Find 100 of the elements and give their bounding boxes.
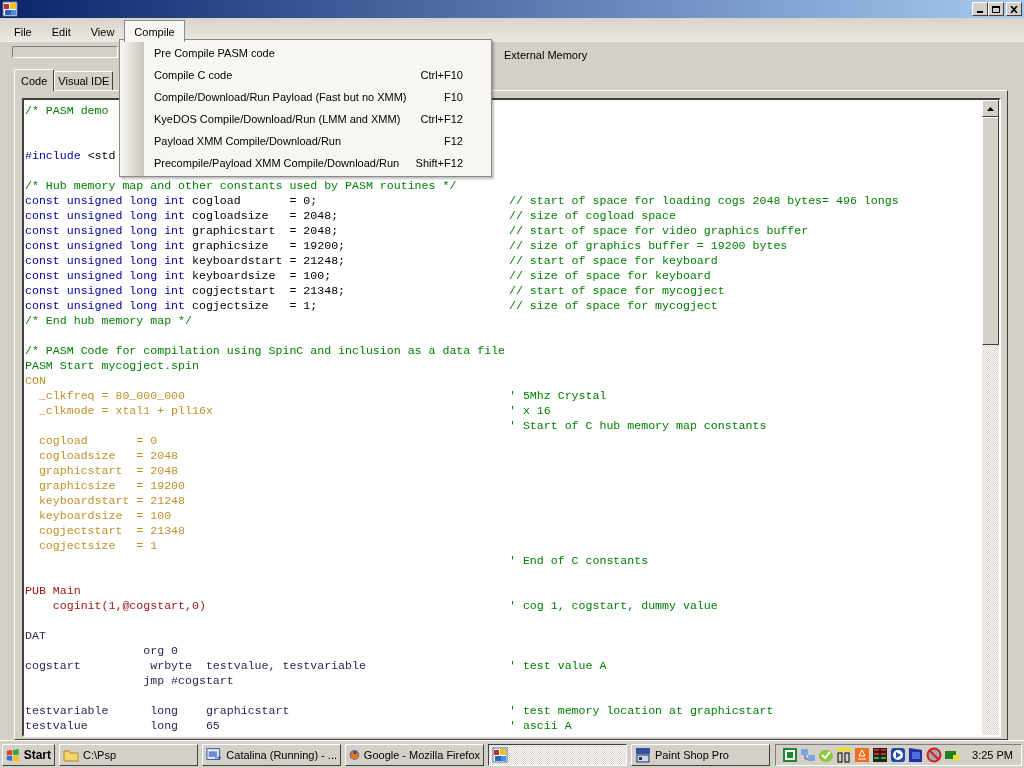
- code-comment: ' End of C constants: [509, 553, 649, 568]
- app-icon: [2, 1, 18, 17]
- code-line: graphicsize = 19200: [37, 478, 186, 493]
- code-line: /* PASM Code for compilation using SpinC and inclusion as a data file: [25, 343, 506, 358]
- code-line: cogstart wrbyte testvalue, testvariable: [25, 658, 366, 673]
- code-comment: ' Start of C hub memory map constants: [509, 418, 767, 433]
- window-icon: [206, 746, 223, 763]
- code-line: const unsigned long int cogjectsize = 1;: [25, 298, 318, 313]
- code-line: org 0: [142, 643, 179, 658]
- option-label: External Memory: [504, 49, 588, 61]
- code-line: const unsigned long int cogjectstart = 21348;: [25, 283, 346, 298]
- code-line: cogjectstart = 21348: [37, 523, 186, 538]
- shortcut-label: Ctrl+F12: [420, 113, 463, 125]
- code-line: _clkfreq = 80_000_000: [37, 388, 186, 403]
- code-line: coginit(1,@cogstart,0): [51, 598, 206, 613]
- code-line: /* PASM demo: [25, 103, 109, 118]
- code-comment: ' test value A: [509, 658, 607, 673]
- code-line: jmp #cogstart: [142, 673, 234, 688]
- clock: 3:25 PM: [972, 748, 1013, 761]
- tab[interactable]: Code: [14, 69, 55, 91]
- shortcut-label: F12: [444, 135, 463, 147]
- menu-entry-label: Payload XMM Compile/Download/Run: [154, 135, 343, 147]
- bars-icon: [872, 746, 889, 763]
- code-comment: // start of space for keyboard: [509, 253, 718, 268]
- code-line: const unsigned long int graphicstart = 2048;: [25, 223, 339, 238]
- blocked-icon: [926, 746, 943, 763]
- taskbar-button[interactable]: Catalina (Running) - ...: [202, 743, 341, 766]
- code-comment: // size of space for mycogject: [509, 298, 718, 313]
- code-line: const unsigned long int cogload = 0;: [25, 193, 318, 208]
- windows-logo-icon: [6, 746, 20, 763]
- code-comment: // start of space for mycogject: [509, 283, 725, 298]
- code-line: PUB Main: [25, 583, 81, 598]
- menu-entry-label: KyeDOS Compile/Download/Run (LMM and XMM): [154, 113, 402, 125]
- code-line: cogload = 0: [37, 433, 158, 448]
- scrollbar[interactable]: [982, 100, 999, 735]
- code-line: _clkmode = xtal1 + pll16x: [37, 403, 213, 418]
- code-line: const unsigned long int cogloadsize = 2048;: [25, 208, 339, 223]
- maximize-button[interactable]: [988, 2, 1004, 16]
- monitor-icon: [635, 746, 651, 763]
- menu-entry-label: Compile C code: [154, 69, 234, 81]
- code-line: testvariable long graphicstart: [25, 703, 290, 718]
- meter-icon: [836, 746, 853, 763]
- tab[interactable]: Visual IDE: [54, 71, 114, 90]
- code-comment: ' 5Mhz Crystal: [509, 388, 607, 403]
- square-icon: [782, 746, 799, 763]
- code-line: cogjectsize = 1: [37, 538, 158, 553]
- code-comment: // start of space for video graphics buffer: [509, 223, 809, 238]
- code-line: #include <std: [25, 148, 116, 163]
- code-line: keyboardsize = 100: [37, 508, 172, 523]
- close-button[interactable]: [1006, 2, 1022, 16]
- scroll-thumb[interactable]: [982, 117, 999, 345]
- screen-icon: [908, 746, 925, 763]
- code-line: DAT: [25, 628, 46, 643]
- scroll-up-button[interactable]: [982, 100, 999, 117]
- code-line: cogloadsize = 2048: [37, 448, 179, 463]
- start-button[interactable]: Start: [2, 743, 55, 766]
- menu-item[interactable]: File: [4, 20, 42, 42]
- menu-entry[interactable]: Precompile/Payload XMM Compile/Download/Run Shift+F12: [120, 152, 491, 174]
- taskbar-button[interactable]: [488, 743, 627, 766]
- menu-item[interactable]: Compile: [124, 20, 185, 42]
- menu-entry[interactable]: Compile/Download/Run Payload (Fast but no XMM) F10: [120, 86, 491, 108]
- maximize-icon: [992, 5, 1000, 13]
- code-line: /* End hub memory map */: [25, 313, 192, 328]
- taskbar-button[interactable]: Paint Shop Pro: [631, 743, 770, 766]
- app-icon: [492, 746, 508, 763]
- folder-icon: [63, 747, 79, 762]
- code-comment: ' test memory location at graphicstart: [509, 703, 774, 718]
- minimize-button[interactable]: [972, 2, 988, 16]
- menu-item[interactable]: Edit: [41, 20, 81, 42]
- code-line: CON: [25, 373, 46, 388]
- code-line: graphicstart = 2048: [37, 463, 179, 478]
- menu-entry[interactable]: Compile C code Ctrl+F10: [120, 64, 491, 86]
- menu-entry[interactable]: Pre Compile PASM code: [120, 42, 491, 64]
- menu-item[interactable]: View: [80, 20, 125, 42]
- code-comment: ' ascii A: [509, 718, 572, 733]
- taskbar-button[interactable]: C:\Psp: [59, 743, 198, 766]
- shortcut-label: Ctrl+F10: [420, 69, 463, 81]
- flame-icon: [854, 746, 871, 763]
- network-icon: [800, 746, 817, 763]
- code-comment: // start of space for loading cogs 2048 bytes= 496 longs: [509, 193, 899, 208]
- code-line: keyboardstart = 21248: [37, 493, 186, 508]
- code-line: PASM Start mycogject.spin: [25, 358, 199, 373]
- code-line: const unsigned long int keyboardstart = 21248;: [25, 253, 346, 268]
- shortcut-label: F10: [444, 91, 463, 103]
- code-comment: // size of space for keyboard: [509, 268, 711, 283]
- code-comment: // size of graphics buffer = 19200 bytes: [509, 238, 788, 253]
- code-line: /* Hub memory map and other constants used by PASM routines */: [25, 178, 457, 193]
- menu-entry[interactable]: KyeDOS Compile/Download/Run (LMM and XMM) Ctrl+F12: [120, 108, 491, 130]
- taskbar-button[interactable]: Google - Mozilla Firefox: [345, 743, 484, 766]
- code-line: const unsigned long int keyboardsize = 100;: [25, 268, 332, 283]
- menu-entry-label: Pre Compile PASM code: [154, 47, 276, 59]
- code-comment: // size of cogload space: [509, 208, 676, 223]
- play-icon: [890, 746, 907, 763]
- menu-entry-label: Compile/Download/Run Payload (Fast but no XMM): [154, 91, 408, 103]
- code-comment: ' cog 1, cogstart, dummy value: [509, 598, 718, 613]
- menu-entry[interactable]: Payload XMM Compile/Download/Run F12: [120, 130, 491, 152]
- shortcut-label: Shift+F12: [415, 157, 463, 169]
- code-line: testvalue long 65: [25, 718, 220, 733]
- code-line: const unsigned long int graphicsize = 19200;: [25, 238, 346, 253]
- menu-entry-label: Precompile/Payload XMM Compile/Download/Run: [154, 157, 401, 169]
